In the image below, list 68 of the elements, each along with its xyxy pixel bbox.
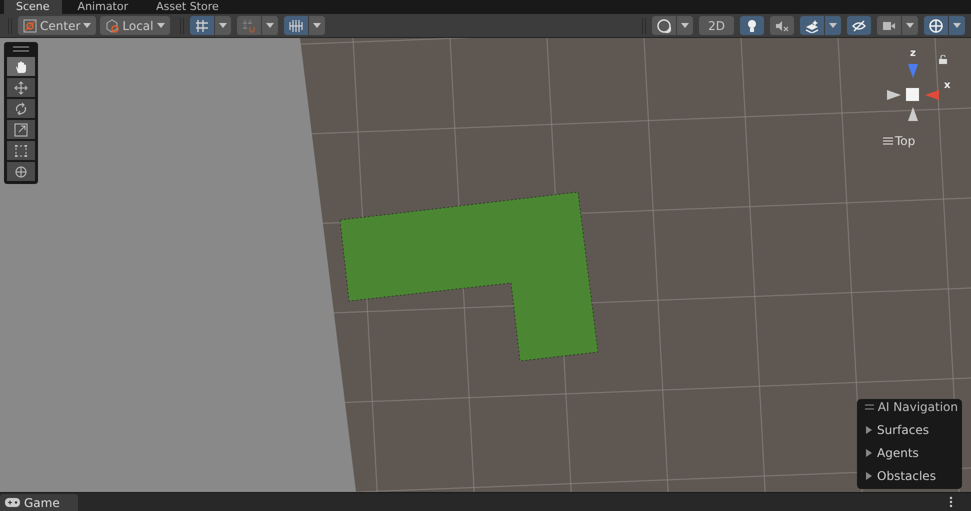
grid-magnet-icon — [242, 18, 256, 32]
dropdown-button[interactable] — [308, 16, 324, 35]
toggle-button[interactable] — [877, 16, 901, 35]
toggle-button[interactable] — [190, 16, 214, 35]
cube-icon — [105, 18, 120, 32]
panel-title: AI Navigation — [878, 400, 958, 414]
toggle-button[interactable] — [800, 16, 824, 35]
menu-icon — [883, 137, 893, 145]
four-arrows-icon — [14, 80, 28, 94]
tool-button[interactable] — [7, 162, 35, 181]
dropdown-button[interactable] — [677, 16, 694, 35]
more-options-icon[interactable] — [949, 496, 953, 508]
rect-handles-icon — [14, 144, 28, 158]
light-bulb-icon — [745, 18, 759, 32]
editor-tab[interactable]: Animator — [66, 0, 140, 14]
caret-icon — [681, 23, 690, 28]
toggle-button[interactable] — [740, 16, 764, 35]
caret-icon — [218, 23, 226, 28]
toggle-button[interactable] — [770, 16, 794, 35]
dropdown-button[interactable] — [262, 16, 278, 35]
toggle-button[interactable] — [652, 16, 676, 35]
editor-tab[interactable]: Game — [0, 494, 78, 511]
space-dropdown[interactable]: Local — [100, 16, 170, 35]
caret-icon — [156, 23, 164, 28]
speaker-muted-icon — [775, 18, 789, 32]
toggle-button[interactable] — [924, 16, 948, 35]
target-icon — [14, 164, 28, 178]
tool-button[interactable] — [7, 57, 35, 76]
drag-handle-icon[interactable] — [13, 45, 29, 53]
tool-button[interactable] — [7, 141, 35, 160]
drag-handle-icon[interactable] — [865, 404, 874, 410]
editor-tab[interactable]: Asset Store — [144, 0, 231, 14]
dropdown-button[interactable] — [949, 16, 965, 35]
tool-button[interactable] — [7, 78, 35, 97]
z-axis-label: z — [910, 48, 916, 59]
foldout-item[interactable]: Surfaces — [865, 423, 958, 437]
globe-icon — [929, 18, 943, 32]
dropdown-button[interactable] — [214, 16, 230, 35]
lock-icon[interactable] — [939, 55, 948, 64]
tool-button[interactable] — [7, 120, 35, 139]
toggle-button[interactable] — [284, 16, 308, 35]
gamepad-icon — [5, 498, 20, 507]
tool-button[interactable] — [7, 99, 35, 118]
toggle-button[interactable] — [847, 16, 871, 35]
grid-icon — [194, 18, 208, 32]
caret-icon — [266, 23, 274, 28]
editor-tab[interactable]: Scene — [4, 0, 62, 14]
foldout-item[interactable]: Agents — [865, 446, 958, 460]
ruler-icon — [288, 18, 302, 32]
caret-icon — [953, 23, 961, 28]
dropdown-button[interactable] — [902, 16, 918, 35]
caret-icon — [312, 23, 320, 28]
pivot-icon — [23, 18, 37, 32]
caret-icon — [906, 23, 914, 28]
caret-icon — [83, 23, 92, 28]
pivot-dropdown[interactable]: Center — [18, 16, 96, 35]
eye-crossed-icon — [852, 18, 866, 32]
caret-icon — [829, 23, 837, 28]
layers-sparkle-icon — [805, 18, 819, 32]
mode-2d-button[interactable]: 2D — [699, 16, 734, 35]
dropdown-button[interactable] — [825, 16, 841, 35]
hand-icon — [14, 60, 28, 74]
rotate-arrows-icon — [14, 102, 28, 116]
sphere-icon — [657, 18, 672, 32]
view-label[interactable]: Top — [883, 134, 916, 148]
toggle-button[interactable] — [236, 16, 260, 35]
x-axis-label: x — [944, 80, 950, 91]
foldout-item[interactable]: Obstacles — [865, 469, 958, 483]
